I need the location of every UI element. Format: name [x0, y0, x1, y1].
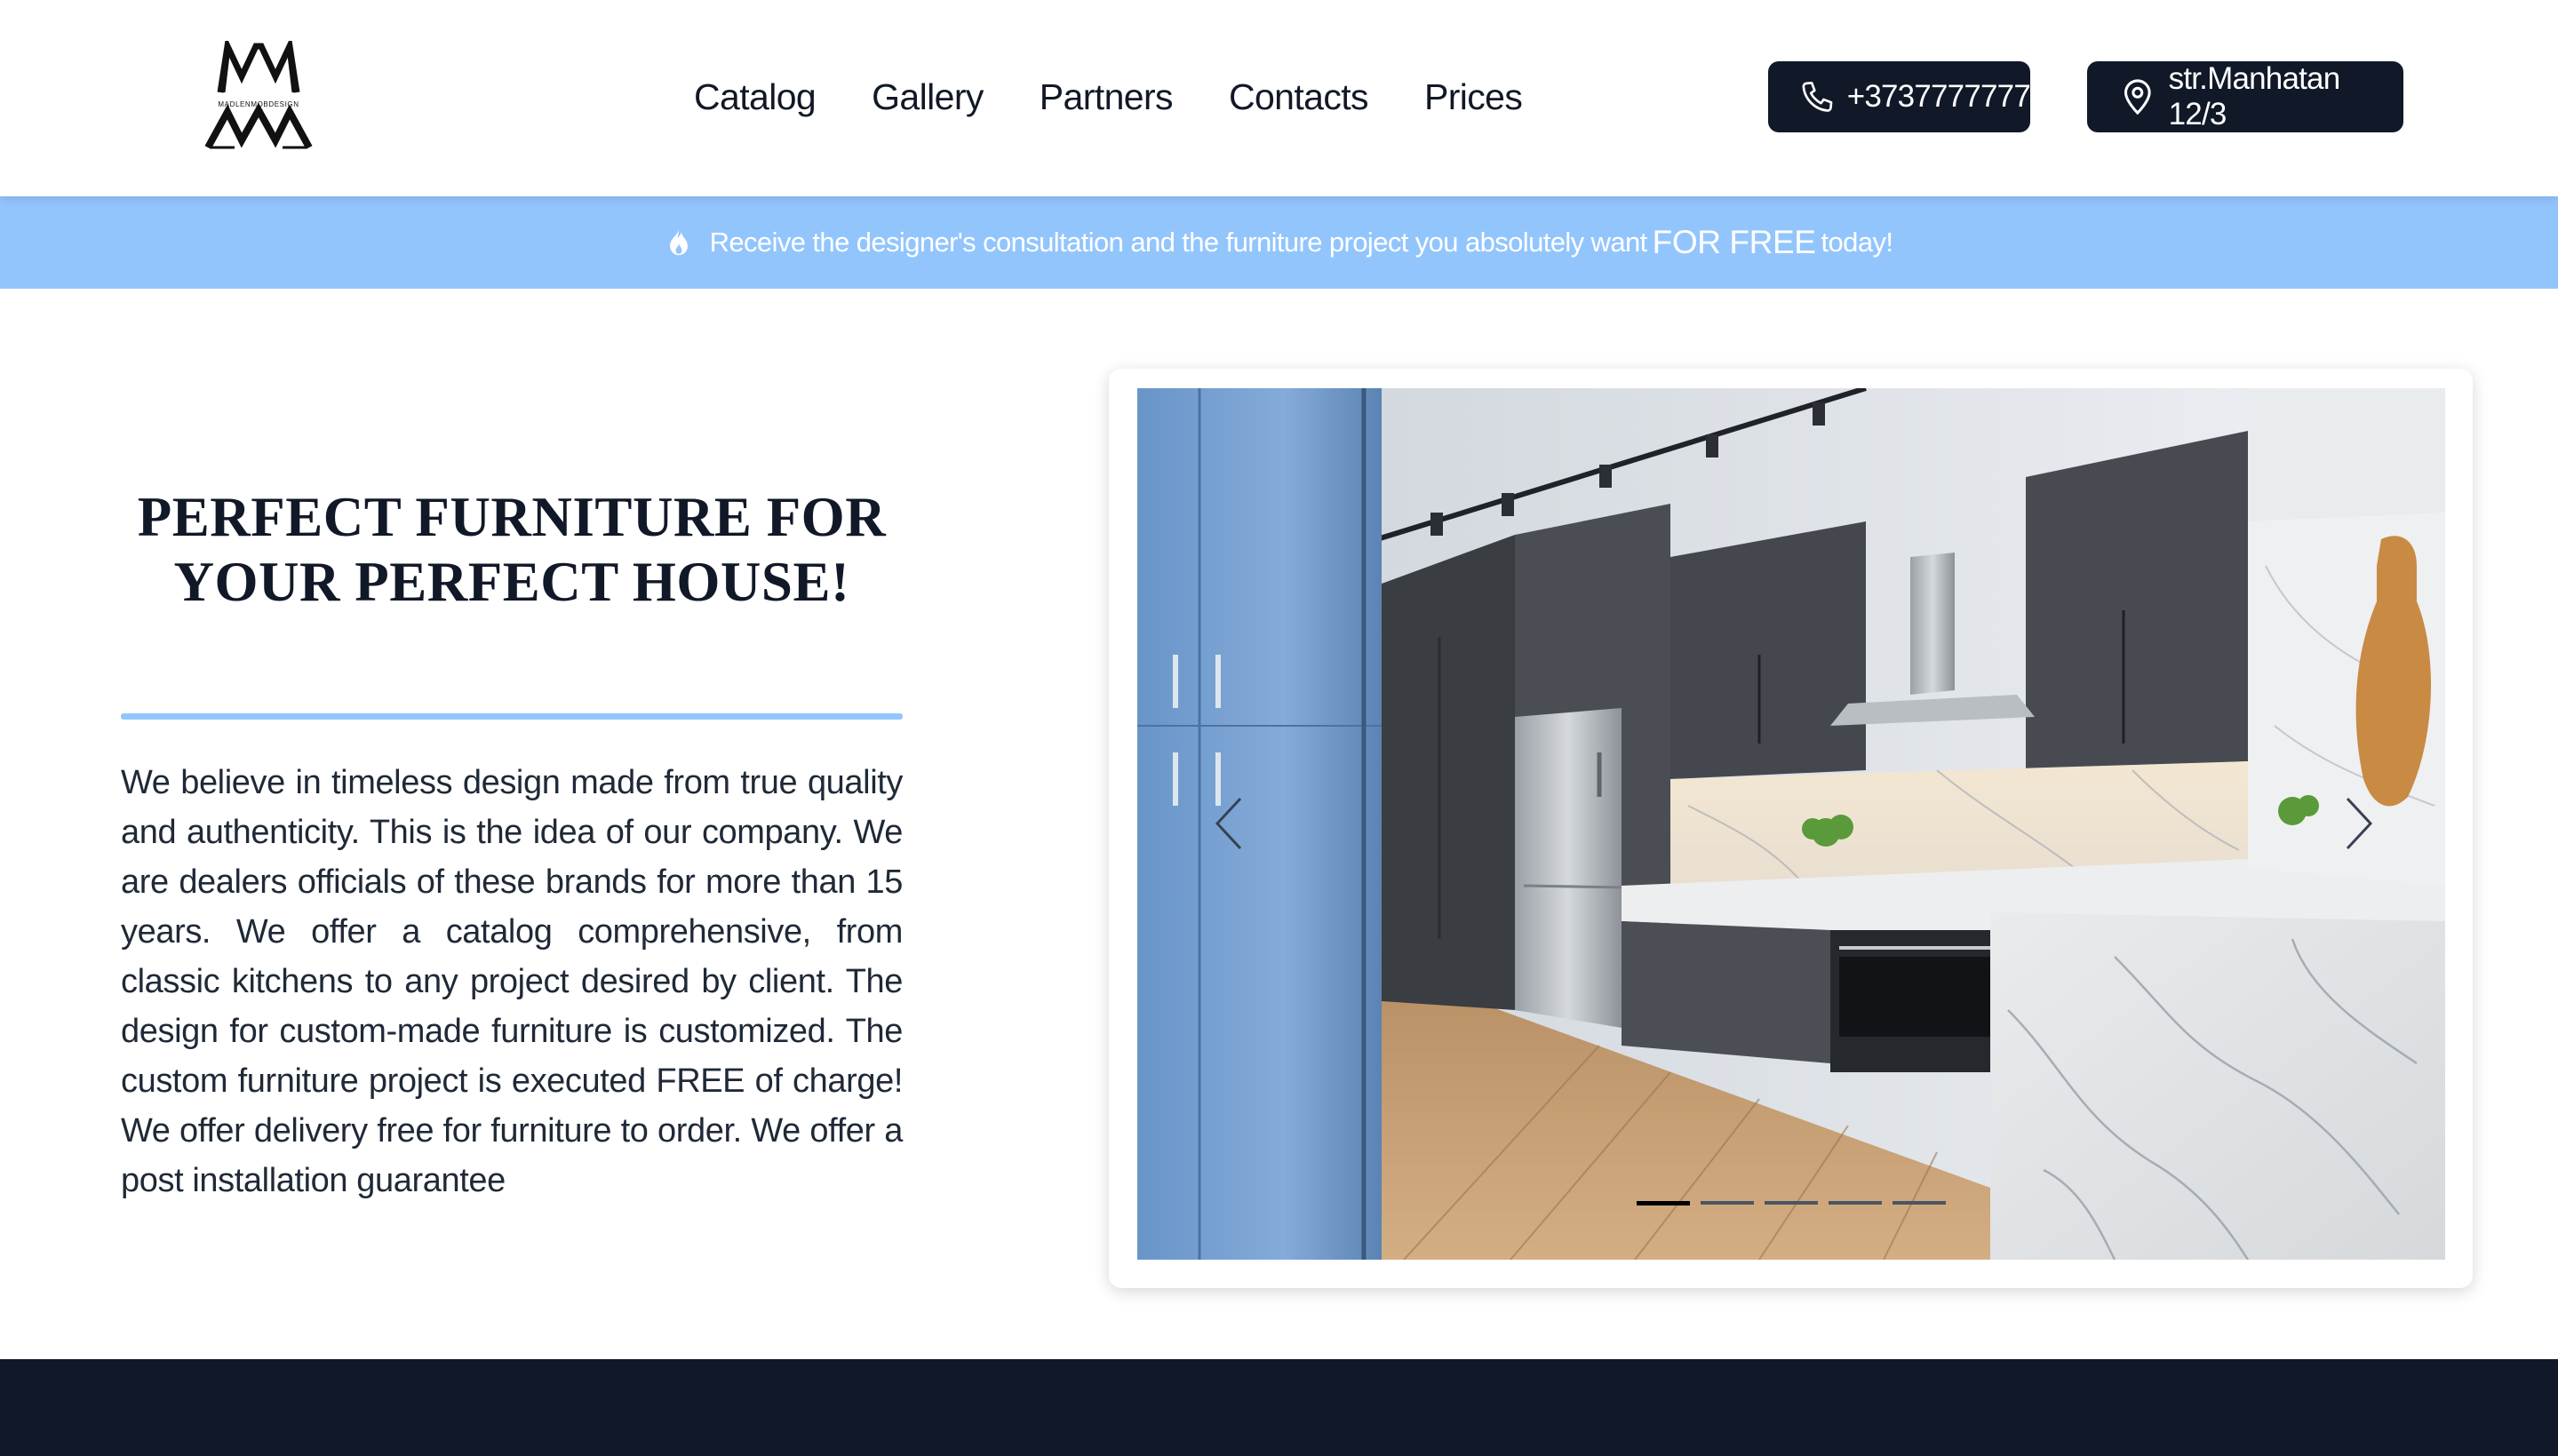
footer-band [0, 1359, 2558, 1456]
slider-next-button[interactable] [2328, 779, 2390, 868]
logo-monogram-icon: MADLENMOBDESIGN [204, 41, 313, 149]
nav-link-contacts[interactable]: Contacts [1229, 76, 1369, 118]
phone-number: +3737777777 [1846, 79, 2031, 114]
chevron-right-icon [2346, 797, 2373, 850]
address-button[interactable]: str.Manhatan 12/3 [2087, 61, 2403, 132]
hero-title: PERFECT FURNITURE FOR YOUR PERFECT HOUSE… [137, 486, 887, 613]
nav-link-gallery[interactable]: Gallery [872, 76, 984, 118]
phone-button[interactable]: +3737777777 [1768, 61, 2031, 132]
slide-image [1137, 388, 2445, 1260]
flame-icon [665, 227, 692, 258]
site-header: MADLENMOBDESIGN Catalog Gallery Partners… [0, 0, 2558, 196]
address-text: str.Manhatan 12/3 [2168, 61, 2341, 131]
location-pin-icon [2117, 76, 2158, 117]
slider-pagination [1637, 1201, 1956, 1205]
slider-dot-1[interactable] [1637, 1201, 1690, 1205]
hero-description: We believe in timeless design made from … [121, 764, 903, 1199]
promo-banner: Receive the designer's consultation and … [0, 196, 2558, 289]
promo-text-end: today! [1821, 227, 1893, 258]
slider-dot-4[interactable] [1829, 1201, 1882, 1205]
chevron-left-icon [1215, 797, 1242, 850]
promo-highlight: FOR FREE [1652, 224, 1816, 260]
brand-logo[interactable]: MADLENMOBDESIGN [203, 41, 315, 151]
slider-prev-button[interactable] [1198, 779, 1260, 868]
kitchen-photo [1137, 388, 2445, 1260]
main-nav: Catalog Gallery Partners Contacts Prices [694, 68, 1578, 126]
slider-dot-3[interactable] [1765, 1201, 1818, 1205]
promo-text: Receive the designer's consultation and … [709, 227, 1648, 258]
nav-link-prices[interactable]: Prices [1424, 76, 1523, 118]
image-slider [1109, 369, 2473, 1288]
hero-divider [121, 713, 903, 720]
nav-link-catalog[interactable]: Catalog [694, 76, 817, 118]
nav-link-partners[interactable]: Partners [1040, 76, 1174, 118]
slider-dot-5[interactable] [1893, 1201, 1946, 1205]
phone-icon [1798, 76, 1837, 117]
slider-dot-2[interactable] [1701, 1201, 1754, 1205]
